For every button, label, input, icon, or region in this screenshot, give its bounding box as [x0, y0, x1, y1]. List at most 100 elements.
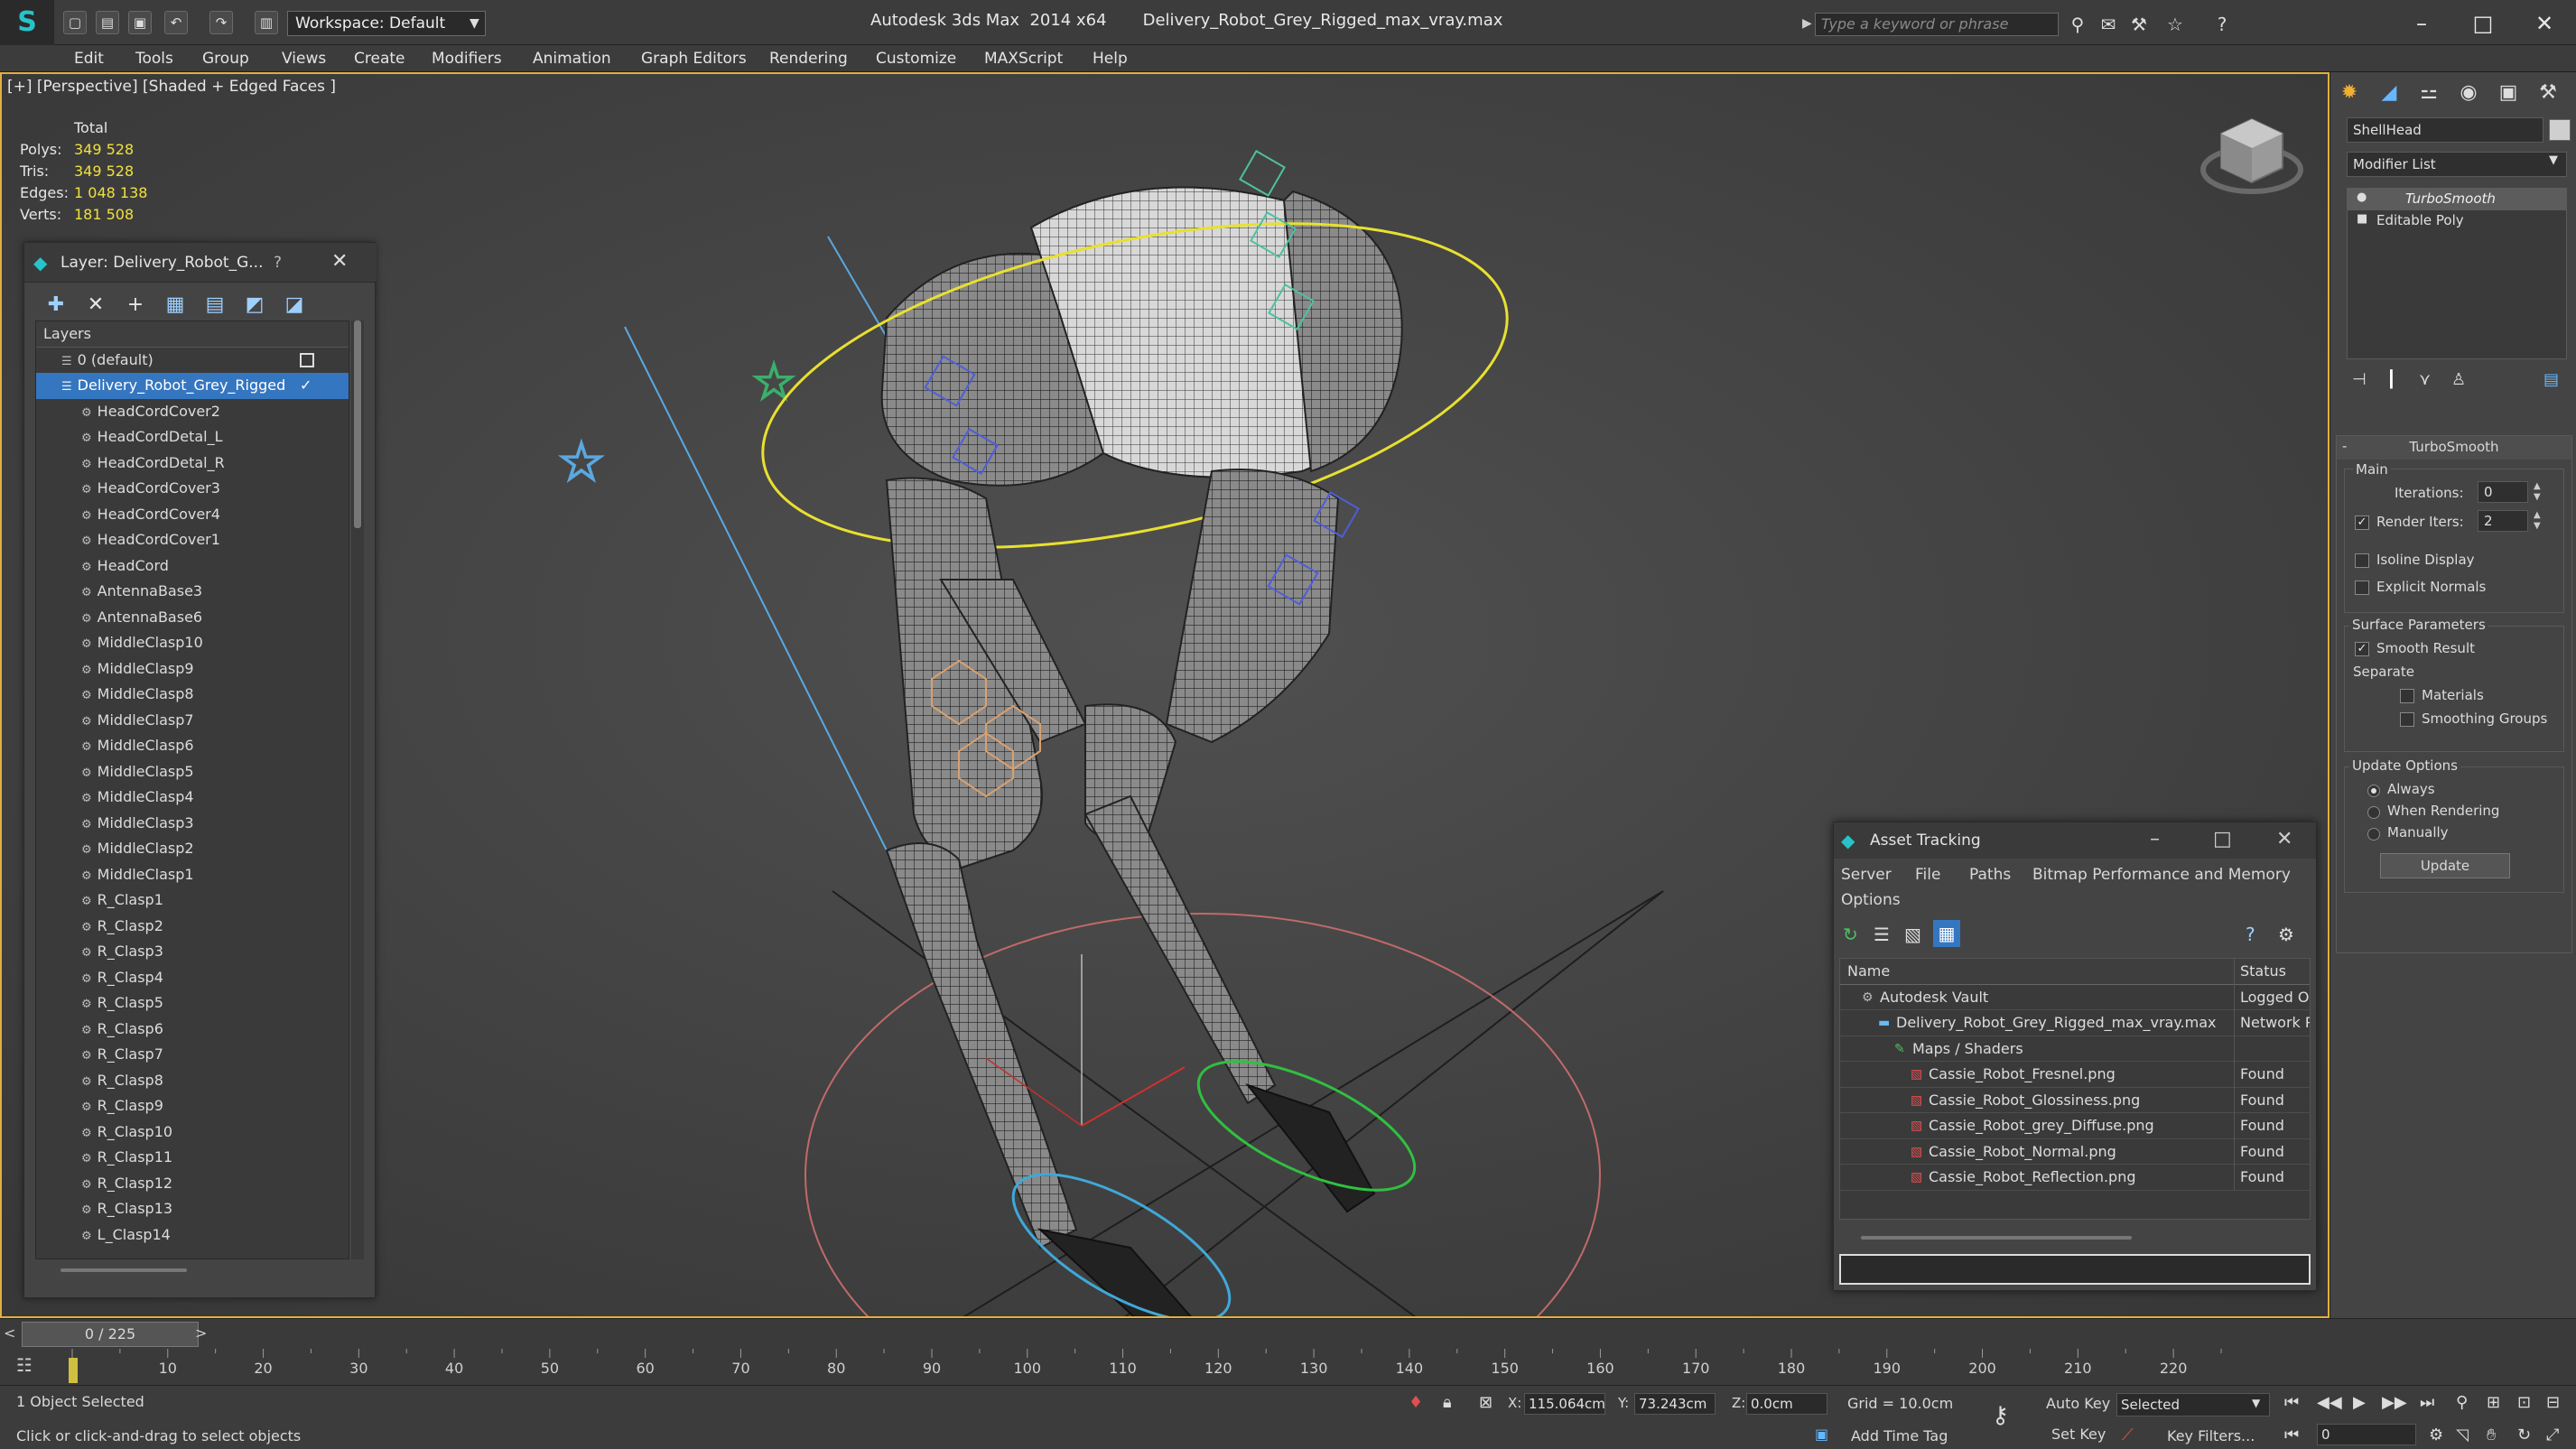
selection-set-dropdown[interactable]: Selected — [2116, 1393, 2270, 1416]
x-coord-field[interactable]: 115.064cm — [1524, 1393, 1605, 1415]
layer-object-row[interactable]: ⚙ R_Clasp3 — [36, 939, 349, 965]
layer-object-row[interactable]: ⚙ R_Clasp12 — [36, 1171, 349, 1197]
rollout-header[interactable]: - TurboSmooth — [2337, 436, 2571, 460]
layer-object-row[interactable]: ⚙ HeadCordCover4 — [36, 502, 349, 528]
go-to-end-icon[interactable]: ⏭︎ — [2420, 1393, 2434, 1412]
help-icon[interactable]: ? — [2210, 13, 2234, 36]
layer-object-row[interactable]: ⚙ R_Clasp4 — [36, 965, 349, 991]
y-coord-field[interactable]: 73.243cm — [1634, 1393, 1716, 1415]
show-end-result-icon[interactable]: ┃ — [2386, 370, 2396, 389]
key-mode-icon[interactable]: ⏮︎ — [2284, 1426, 2299, 1444]
asset-row[interactable]: ▧ Cassie_Robot_Fresnel.png Found — [1840, 1062, 2310, 1088]
always-radio[interactable] — [2367, 785, 2380, 797]
pan-view-icon[interactable]: ✋︎ — [2487, 1426, 2496, 1444]
asset-menu-options[interactable]: Options — [1841, 891, 1901, 909]
layer-object-row[interactable]: ⚙ HeadCordCover1 — [36, 527, 349, 553]
minimize-icon[interactable]: – — [2150, 828, 2160, 850]
asset-row[interactable]: ⚙ Autodesk Vault Logged O — [1840, 984, 2310, 1010]
time-slider[interactable]: < 0 / 225 > — [0, 1318, 2576, 1349]
modifier-stack-item-turbosmooth[interactable]: ● TurboSmooth — [2348, 189, 2566, 210]
layer-object-row[interactable]: ⚙ HeadCordCover3 — [36, 476, 349, 502]
display-tab-icon[interactable]: ▣ — [2491, 78, 2525, 108]
viewport-label[interactable]: [+] [Perspective] [Shaded + Edged Faces … — [7, 78, 336, 96]
close-icon[interactable]: ✕ — [2276, 828, 2292, 850]
menu-rendering[interactable]: Rendering — [769, 45, 848, 72]
layers-column-header[interactable]: Layers — [36, 321, 349, 348]
asset-menu-server[interactable]: Server — [1841, 866, 1892, 884]
previous-frame-icon[interactable]: < — [4, 1324, 15, 1342]
layer-object-row[interactable]: ⚙ MiddleClasp4 — [36, 785, 349, 811]
layer-object-row[interactable]: ⚙ MiddleClasp5 — [36, 759, 349, 785]
close-window-button[interactable]: ✕ — [2525, 7, 2564, 40]
app-logo-icon[interactable]: S — [0, 0, 54, 45]
set-key-mode-icon[interactable]: ⚷ — [1992, 1402, 2009, 1429]
settings-icon[interactable]: ⚙ — [2278, 924, 2294, 945]
spinner-arrows-icon[interactable]: ▲ ▼ — [2534, 481, 2541, 503]
layer-scrollbar-thumb[interactable] — [354, 320, 361, 528]
maximize-window-button[interactable]: □ — [2463, 7, 2503, 40]
layer-object-row[interactable]: ⚙ MiddleClasp3 — [36, 811, 349, 837]
layer-default-row[interactable]: ☰ 0 (default) — [36, 348, 349, 374]
asset-menu-bitmap-performance[interactable]: Bitmap Performance and Memory — [2032, 866, 2291, 884]
current-frame-field[interactable]: 0 — [2317, 1424, 2416, 1445]
layer-object-row[interactable]: ⚙ R_Clasp10 — [36, 1119, 349, 1146]
layer-object-row[interactable]: ⚙ MiddleClasp1 — [36, 862, 349, 888]
update-button[interactable]: Update — [2380, 853, 2510, 878]
new-file-icon[interactable]: ▢ — [63, 11, 87, 34]
time-tag-icon[interactable]: ▣ — [1815, 1426, 1828, 1443]
play-icon[interactable]: ▶︎ — [2353, 1393, 2366, 1412]
asset-menu-file[interactable]: File — [1915, 866, 1940, 884]
delete-layer-icon[interactable]: ✕ — [82, 292, 109, 319]
layer-object-row[interactable]: ⚙ R_Clasp11 — [36, 1145, 349, 1171]
asset-table[interactable]: Name Status ⚙ Autodesk Vault Logged O ▬ Deli… — [1839, 958, 2311, 1220]
layer-object-row[interactable]: ⚙ R_Clasp7 — [36, 1042, 349, 1068]
column-name-header[interactable]: Name — [1847, 959, 1890, 985]
maximize-viewport-icon[interactable]: ⤢ — [2546, 1426, 2559, 1444]
horizontal-scrollbar-thumb[interactable] — [60, 1268, 187, 1272]
viewcube-icon[interactable] — [2199, 114, 2308, 204]
expand-icon[interactable]: ■ — [2357, 212, 2367, 226]
communication-icon[interactable]: ✉ — [2097, 13, 2120, 36]
asset-horizontal-scrollbar[interactable] — [1861, 1236, 2132, 1240]
layer-object-row[interactable]: ⚙ R_Clasp13 — [36, 1196, 349, 1222]
iterations-spinner[interactable]: 0 — [2478, 481, 2528, 503]
layer-active-row[interactable]: ☰ Delivery_Robot_Grey_Rigged ✓ — [36, 373, 349, 399]
utilities-tab-icon[interactable]: ⚒ — [2531, 78, 2565, 108]
asset-row[interactable]: ✎ Maps / Shaders — [1840, 1036, 2310, 1062]
layer-object-row[interactable]: ⚙ AntennaBase3 — [36, 579, 349, 605]
column-status-header[interactable]: Status — [2234, 959, 2310, 985]
configure-sets-icon[interactable]: ▤ — [2543, 370, 2559, 389]
motion-tab-icon[interactable]: ◉ — [2451, 78, 2486, 108]
zoom-extents-all-icon[interactable]: ⊟ — [2546, 1393, 2560, 1412]
layer-object-row[interactable]: ⚙ MiddleClasp10 — [36, 630, 349, 656]
layer-object-row[interactable]: ⚙ AntennaBase6 — [36, 605, 349, 631]
asset-row[interactable]: ▧ Cassie_Robot_Glossiness.png Found — [1840, 1087, 2310, 1113]
minimize-window-button[interactable]: – — [2402, 7, 2441, 40]
close-icon[interactable]: ✕ — [331, 250, 348, 273]
layer-object-row[interactable]: ⚙ R_Clasp2 — [36, 914, 349, 940]
auto-key-button[interactable]: Auto Key — [2046, 1395, 2110, 1412]
zoom-all-icon[interactable]: ⊞ — [2487, 1393, 2500, 1412]
chevron-down-icon[interactable]: ▼ — [2252, 1397, 2260, 1409]
open-file-icon[interactable]: ▤ — [96, 11, 119, 34]
refresh-icon[interactable]: ↻ — [1843, 924, 1858, 945]
select-objects-icon[interactable]: ▦ — [162, 292, 189, 319]
layer-object-row[interactable]: ⚙ MiddleClasp8 — [36, 682, 349, 708]
go-to-start-icon[interactable]: ⏮︎ — [2284, 1393, 2299, 1412]
modifier-stack[interactable]: ● TurboSmooth ■ Editable Poly — [2347, 188, 2567, 359]
explicit-normals-checkbox[interactable] — [2355, 581, 2369, 595]
frame-counter[interactable]: 0 / 225 — [22, 1322, 199, 1347]
menu-create[interactable]: Create — [354, 45, 405, 72]
modifier-stack-item-editable-poly[interactable]: ■ Editable Poly — [2348, 210, 2566, 232]
list-view-icon[interactable]: ☰ — [1874, 924, 1890, 945]
asset-menu-paths[interactable]: Paths — [1969, 866, 2011, 884]
isolate-selection-icon[interactable]: ♦ — [1409, 1393, 1423, 1412]
next-frame-icon[interactable]: > — [195, 1324, 207, 1342]
binoculars-icon[interactable]: ⚲ — [2066, 13, 2089, 36]
layer-object-row[interactable]: ⚙ R_Clasp1 — [36, 887, 349, 914]
chevron-down-icon[interactable]: ▼ — [470, 11, 479, 36]
when-rendering-radio[interactable] — [2367, 806, 2380, 819]
undo-icon[interactable]: ↶ — [164, 11, 188, 34]
manually-radio[interactable] — [2367, 828, 2380, 841]
menu-modifiers[interactable]: Modifiers — [432, 45, 502, 72]
